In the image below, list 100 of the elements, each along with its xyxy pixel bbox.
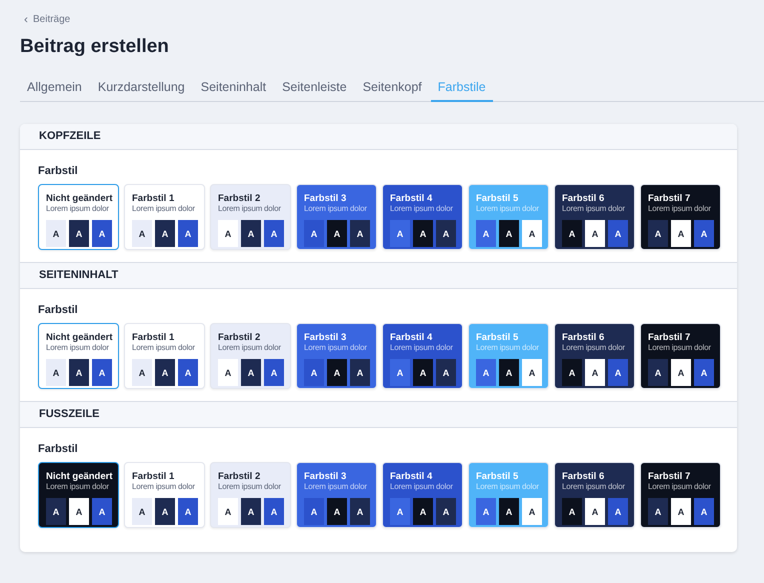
color-swatch: A <box>436 498 456 525</box>
color-swatch: A <box>350 359 370 386</box>
color-swatch: A <box>390 498 410 525</box>
color-style-option[interactable]: Farbstil 7 Lorem ipsum dolor A A A <box>640 462 721 528</box>
color-swatch: A <box>562 220 582 247</box>
color-swatch: A <box>304 359 324 386</box>
color-swatch: A <box>241 220 261 247</box>
color-style-option[interactable]: Farbstil 2 Lorem ipsum dolor A A A <box>210 184 291 250</box>
color-swatch: A <box>648 220 668 247</box>
color-swatch: A <box>671 220 691 247</box>
color-swatch: A <box>264 498 284 525</box>
chevron-left-icon: ‹ <box>24 13 28 25</box>
color-swatch: A <box>132 498 152 525</box>
section-header: KOPFZEILE <box>20 124 737 150</box>
breadcrumb-link[interactable]: Beiträge <box>33 14 70 24</box>
color-style-option[interactable]: Farbstil 4 Lorem ipsum dolor A A A <box>382 462 463 528</box>
color-style-option[interactable]: Farbstil 4 Lorem ipsum dolor A A A <box>382 323 463 389</box>
color-swatch: A <box>69 359 89 386</box>
color-swatch: A <box>132 220 152 247</box>
color-swatch: A <box>350 498 370 525</box>
color-swatch: A <box>92 359 112 386</box>
field-label: Farbstil <box>38 443 79 455</box>
color-swatch: A <box>218 498 238 525</box>
color-swatch: A <box>648 498 668 525</box>
color-swatch: A <box>694 359 714 386</box>
color-swatch: A <box>46 359 66 386</box>
color-style-option[interactable]: Farbstil 4 Lorem ipsum dolor A A A <box>382 184 463 250</box>
color-swatch: A <box>694 220 714 247</box>
color-style-option[interactable]: Farbstil 2 Lorem ipsum dolor A A A <box>210 462 291 528</box>
color-swatch: A <box>218 359 238 386</box>
section-header: SEITENINHALT <box>20 262 737 289</box>
color-swatch: A <box>178 220 198 247</box>
color-swatch: A <box>304 220 324 247</box>
color-swatch: A <box>69 498 89 525</box>
color-swatch: A <box>522 359 542 386</box>
color-swatch: A <box>327 220 347 247</box>
color-swatch: A <box>476 220 496 247</box>
color-swatch: A <box>436 220 456 247</box>
color-swatch: A <box>522 498 542 525</box>
color-swatch: A <box>413 498 433 525</box>
color-style-option[interactable]: Nicht geändert Lorem ipsum dolor A A A <box>38 323 119 389</box>
color-swatch: A <box>241 359 261 386</box>
color-swatch: A <box>390 220 410 247</box>
color-swatch: A <box>671 359 691 386</box>
color-swatch: A <box>327 359 347 386</box>
color-swatch: A <box>46 498 66 525</box>
tab[interactable]: Kurzdarstellung <box>90 80 192 102</box>
color-swatch: A <box>476 359 496 386</box>
color-swatch: A <box>92 498 112 525</box>
color-style-option[interactable]: Farbstil 3 Lorem ipsum dolor A A A <box>296 462 377 528</box>
color-style-option[interactable]: Nicht geändert Lorem ipsum dolor A A A <box>38 462 119 528</box>
color-swatch: A <box>350 220 370 247</box>
section-header: FUSSZEILE <box>20 401 737 428</box>
color-style-option[interactable]: Farbstil 7 Lorem ipsum dolor A A A <box>640 184 721 250</box>
color-style-option[interactable]: Farbstil 5 Lorem ipsum dolor A A A <box>468 184 549 250</box>
color-swatch: A <box>585 359 605 386</box>
color-swatch: A <box>522 220 542 247</box>
color-swatch: A <box>585 498 605 525</box>
color-swatch: A <box>562 498 582 525</box>
color-swatch: A <box>499 220 519 247</box>
color-style-option[interactable]: Farbstil 7 Lorem ipsum dolor A A A <box>640 323 721 389</box>
color-style-option[interactable]: Farbstil 6 Lorem ipsum dolor A A A <box>554 323 635 389</box>
color-style-option[interactable]: Farbstil 3 Lorem ipsum dolor A A A <box>296 323 377 389</box>
color-swatch: A <box>155 359 175 386</box>
tab[interactable]: Allgemein <box>20 80 89 102</box>
color-swatch: A <box>585 220 605 247</box>
color-style-option[interactable]: Farbstil 6 Lorem ipsum dolor A A A <box>554 184 635 250</box>
tab[interactable]: Seiteninhalt <box>194 80 274 102</box>
color-swatch: A <box>608 359 628 386</box>
color-swatch: A <box>413 220 433 247</box>
color-swatch: A <box>304 498 324 525</box>
color-style-option[interactable]: Farbstil 5 Lorem ipsum dolor A A A <box>468 462 549 528</box>
color-swatch: A <box>155 220 175 247</box>
color-swatch: A <box>476 498 496 525</box>
color-swatch: A <box>132 359 152 386</box>
color-swatch: A <box>390 359 410 386</box>
color-style-option[interactable]: Farbstil 5 Lorem ipsum dolor A A A <box>468 323 549 389</box>
color-style-option[interactable]: Farbstil 6 Lorem ipsum dolor A A A <box>554 462 635 528</box>
tab[interactable]: Seitenleiste <box>275 80 354 102</box>
color-swatch: A <box>608 220 628 247</box>
color-swatch: A <box>178 359 198 386</box>
color-swatch: A <box>499 359 519 386</box>
color-style-option[interactable]: Nicht geändert Lorem ipsum dolor A A A <box>38 184 119 250</box>
color-style-option[interactable]: Farbstil 1 Lorem ipsum dolor A A A <box>124 184 205 250</box>
color-style-option[interactable]: Farbstil 3 Lorem ipsum dolor A A A <box>296 184 377 250</box>
color-swatch: A <box>694 498 714 525</box>
color-swatch: A <box>218 220 238 247</box>
color-swatch: A <box>499 498 519 525</box>
color-swatch: A <box>413 359 433 386</box>
color-style-option[interactable]: Farbstil 2 Lorem ipsum dolor A A A <box>210 323 291 389</box>
color-swatch: A <box>436 359 456 386</box>
color-swatch: A <box>648 359 668 386</box>
page-title: Beitrag erstellen <box>20 35 170 59</box>
color-swatch: A <box>178 498 198 525</box>
color-swatch: A <box>46 220 66 247</box>
field-label: Farbstil <box>38 165 79 177</box>
color-style-option[interactable]: Farbstil 1 Lorem ipsum dolor A A A <box>124 323 205 389</box>
color-style-option[interactable]: Farbstil 1 Lorem ipsum dolor A A A <box>124 462 205 528</box>
tab[interactable]: Seitenkopf <box>356 80 429 102</box>
color-swatch: A <box>608 498 628 525</box>
